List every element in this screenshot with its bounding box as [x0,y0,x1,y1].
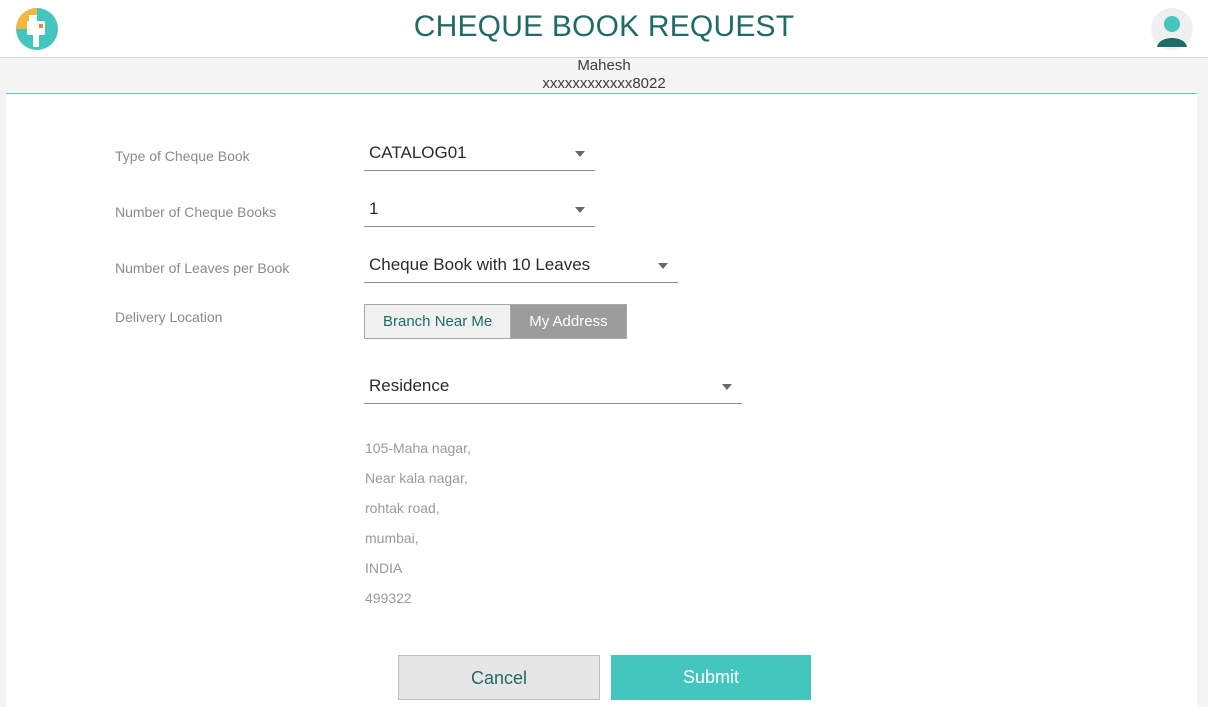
page-title: CHEQUE BOOK REQUEST [413,10,795,43]
chevron-down-icon [722,384,732,390]
address-line: rohtak road, [365,500,440,516]
cheque-type-value: CATALOG01 [369,143,467,162]
book-count-value: 1 [369,199,379,218]
delivery-location-toggle: Branch Near Me My Address [364,304,627,339]
branch-near-me-option[interactable]: Branch Near Me [364,304,511,339]
account-number: xxxxxxxxxxxx8022 [542,75,666,92]
chevron-down-icon [575,207,585,213]
app-header: CHEQUE BOOK REQUEST [0,0,1208,58]
address-line: 105-Maha nagar, [365,440,471,456]
delivery-address: 105-Maha nagar, Near kala nagar, rohtak … [365,433,471,613]
leaves-select[interactable]: Cheque Book with 10 Leaves [364,249,678,283]
address-type-value: Residence [369,376,450,395]
submit-button[interactable]: Submit [611,655,811,700]
address-line: 499322 [365,590,412,606]
cheque-type-label: Type of Cheque Book [115,148,250,164]
my-address-option[interactable]: My Address [510,304,627,339]
address-line: mumbai, [365,530,419,546]
address-line: INDIA [365,560,403,576]
account-holder-name: Mahesh [577,57,631,74]
cheque-type-select[interactable]: CATALOG01 [364,137,595,171]
chevron-down-icon [575,151,585,157]
account-summary: Mahesh xxxxxxxxxxxx8022 [0,57,1208,93]
leaves-label: Number of Leaves per Book [115,260,290,276]
leaves-value: Cheque Book with 10 Leaves [369,255,591,274]
book-count-label: Number of Cheque Books [115,204,277,220]
user-avatar-icon[interactable] [1150,7,1194,51]
book-count-select[interactable]: 1 [364,193,595,227]
cancel-button[interactable]: Cancel [398,655,600,700]
address-type-select[interactable]: Residence [364,370,742,404]
address-line: Near kala nagar, [365,470,468,486]
chevron-down-icon [658,263,668,269]
delivery-location-label: Delivery Location [115,309,223,325]
